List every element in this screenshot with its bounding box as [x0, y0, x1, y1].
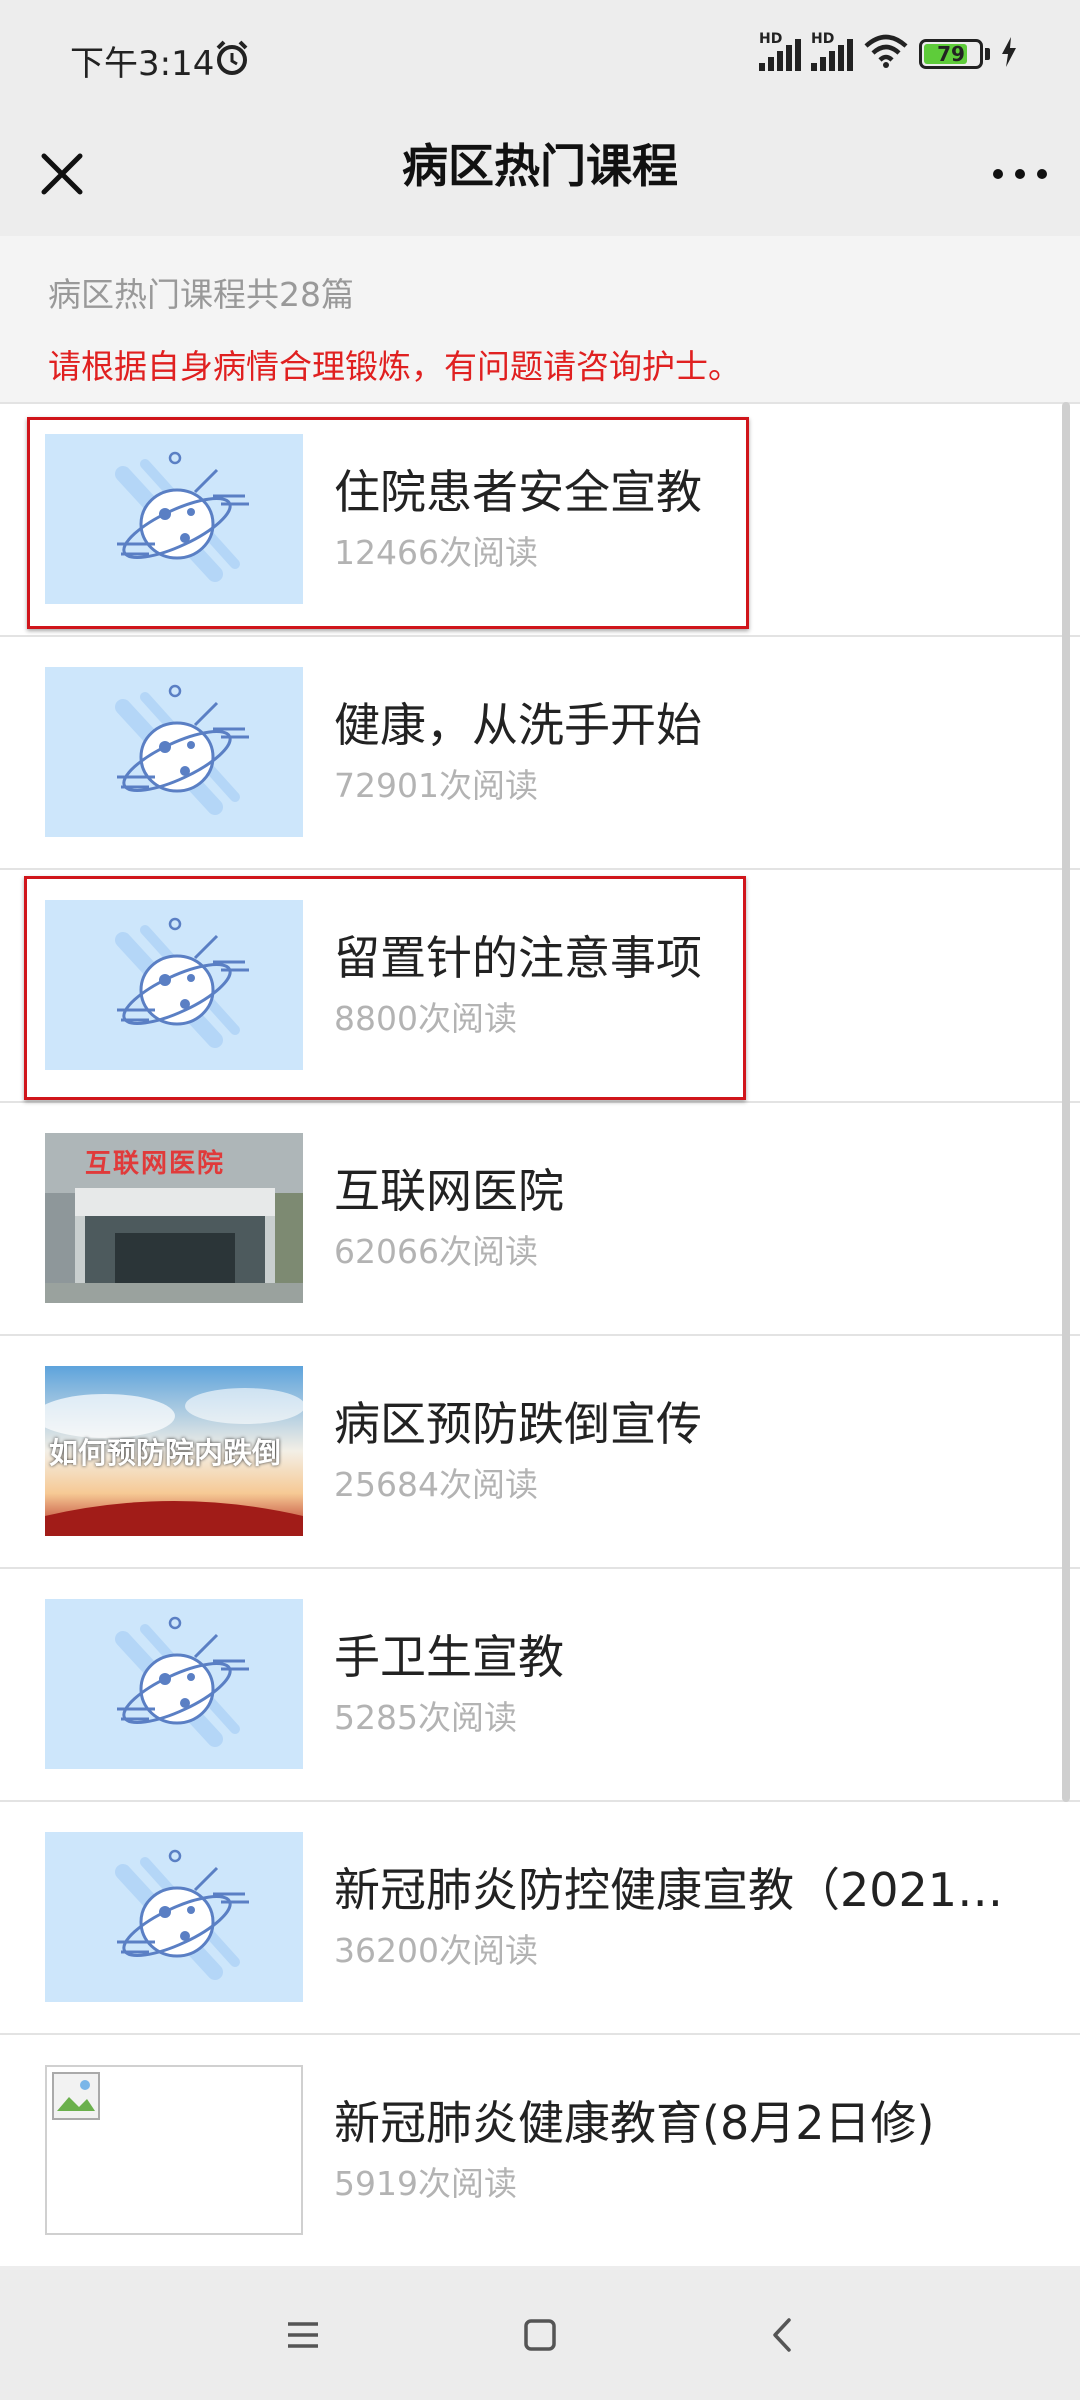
- read-count: 62066次阅读: [334, 1232, 538, 1271]
- course-item[interactable]: 手卫生宣教 5285次阅读: [0, 1567, 1080, 1800]
- course-item[interactable]: 健康，从洗手开始 72901次阅读: [0, 635, 1080, 868]
- read-count: 8800次阅读: [334, 999, 517, 1038]
- course-count: 病区热门课程共28篇: [48, 275, 354, 314]
- battery-tip: [985, 48, 990, 60]
- course-title: 互联网医院: [334, 1164, 564, 1218]
- charging-icon: [1000, 36, 1018, 72]
- signal-icon: HD: [759, 31, 801, 71]
- planet-placeholder-thumbnail: [45, 900, 303, 1070]
- hd-label: HD: [811, 31, 835, 47]
- back-icon[interactable]: [758, 2310, 808, 2360]
- read-count: 12466次阅读: [334, 533, 538, 572]
- home-icon[interactable]: [515, 2310, 565, 2360]
- course-title: 新冠肺炎防控健康宣教（2021…: [334, 1863, 1004, 1917]
- menu-icon[interactable]: [278, 2310, 328, 2360]
- course-title: 病区预防跌倒宣传: [334, 1397, 702, 1451]
- thumbnail-text: 如何预防院内跌倒: [49, 1436, 282, 1470]
- course-title: 留置针的注意事项: [334, 931, 702, 985]
- read-count: 5919次阅读: [334, 2164, 517, 2203]
- wifi-icon: [863, 34, 909, 74]
- planet-placeholder-thumbnail: [45, 1832, 303, 2002]
- notice-text: 请根据自身病情合理锻炼，有问题请咨询护士。: [48, 347, 741, 386]
- read-count: 5285次阅读: [334, 1698, 517, 1737]
- course-list: 住院患者安全宣教 12466次阅读 健康，从洗手开始 72901次阅读 留置针的…: [0, 402, 1080, 2266]
- course-item[interactable]: 互联网医院 互联网医院 62066次阅读: [0, 1101, 1080, 1334]
- status-indicators: HD HD 79: [759, 31, 1018, 74]
- course-item[interactable]: 新冠肺炎健康教育(8月2日修) 5919次阅读: [0, 2033, 1080, 2266]
- read-count: 72901次阅读: [334, 766, 538, 805]
- broken-image-thumbnail: [45, 2065, 303, 2235]
- intro-section: 病区热门课程共28篇 请根据自身病情合理锻炼，有问题请咨询护士。: [0, 236, 1080, 402]
- broken-image-icon: [52, 2072, 100, 2120]
- status-time: 下午3:14: [70, 44, 215, 84]
- signal-icon: HD: [811, 31, 853, 71]
- nav-bar: 病区热门课程: [0, 118, 1080, 236]
- alarm-icon: [212, 38, 252, 82]
- battery-icon: 79: [919, 39, 983, 69]
- scrollbar[interactable]: [1062, 402, 1070, 1802]
- hospital-photo-thumbnail: 互联网医院: [45, 1133, 303, 1303]
- course-item[interactable]: 留置针的注意事项 8800次阅读: [0, 868, 1080, 1101]
- course-title: 手卫生宣教: [334, 1630, 564, 1684]
- course-item[interactable]: 如何预防院内跌倒 病区预防跌倒宣传 25684次阅读: [0, 1334, 1080, 1567]
- sky-banner-thumbnail: 如何预防院内跌倒: [45, 1366, 303, 1536]
- planet-placeholder-thumbnail: [45, 434, 303, 604]
- battery-level: 79: [937, 42, 965, 66]
- read-count: 36200次阅读: [334, 1931, 538, 1970]
- planet-placeholder-thumbnail: [45, 1599, 303, 1769]
- course-item[interactable]: 住院患者安全宣教 12466次阅读: [0, 402, 1080, 635]
- thumbnail-text: 互联网医院: [85, 1149, 226, 1179]
- course-item[interactable]: 新冠肺炎防控健康宣教（2021… 36200次阅读: [0, 1800, 1080, 2033]
- planet-placeholder-thumbnail: [45, 667, 303, 837]
- page-title: 病区热门课程: [402, 139, 678, 193]
- hd-label: HD: [759, 31, 783, 47]
- status-bar: 下午3:14 HD HD 79: [0, 0, 1080, 118]
- system-nav-bar: [0, 2270, 1080, 2400]
- course-title: 健康，从洗手开始: [334, 698, 702, 752]
- course-title: 住院患者安全宣教: [334, 465, 702, 519]
- more-icon[interactable]: [990, 144, 1050, 204]
- course-title: 新冠肺炎健康教育(8月2日修): [334, 2096, 935, 2150]
- read-count: 25684次阅读: [334, 1465, 538, 1504]
